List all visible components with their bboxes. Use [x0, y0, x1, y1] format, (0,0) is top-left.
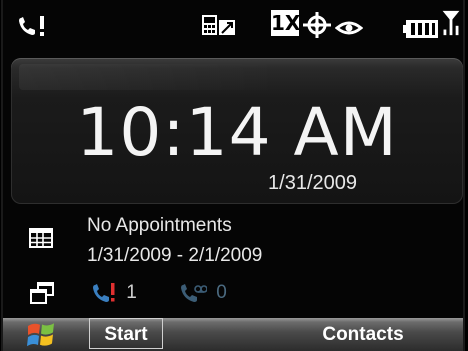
data-connection-icon[interactable]	[201, 12, 237, 40]
eye-icon[interactable]	[335, 14, 363, 42]
missed-calls-count: 1	[126, 282, 137, 303]
voicemail-icon	[181, 284, 208, 302]
soft-key-bar: Start Contacts	[3, 318, 463, 351]
clock-date: 1/31/2009	[268, 172, 357, 194]
voicemail-count: 0	[216, 282, 227, 303]
1x-network-icon[interactable]: 1X	[271, 10, 301, 36]
network-type-label: 1X	[271, 11, 301, 35]
appointments-status[interactable]: No Appointments	[87, 215, 232, 237]
calendar-icon[interactable]	[29, 228, 53, 248]
battery-icon[interactable]	[403, 15, 439, 43]
signal-strength-icon[interactable]	[440, 9, 462, 37]
missed-call-icon	[93, 283, 115, 302]
phone-signal-icon[interactable]	[17, 12, 51, 40]
start-softkey[interactable]: Start	[89, 318, 163, 349]
clock-time: 10:14 AM	[76, 94, 398, 171]
missed-calls-indicator[interactable]: 1	[91, 281, 137, 305]
status-bar: 1X	[3, 0, 463, 48]
appointments-date-range[interactable]: 1/31/2009 - 2/1/2009	[87, 245, 262, 267]
contacts-softkey[interactable]: Contacts	[303, 318, 423, 351]
clock-panel[interactable]: 10:14 AM 1/31/2009	[11, 58, 463, 204]
windows-stack-icon[interactable]	[30, 282, 54, 304]
gps-icon[interactable]	[303, 11, 331, 39]
voicemail-indicator[interactable]: 0	[179, 281, 227, 305]
panel-highlight	[19, 64, 279, 90]
windows-start-icon[interactable]	[12, 318, 72, 351]
today-screen: 1X 10:14 AM 1/31/2009 No Appointments 1/…	[1, 0, 465, 351]
